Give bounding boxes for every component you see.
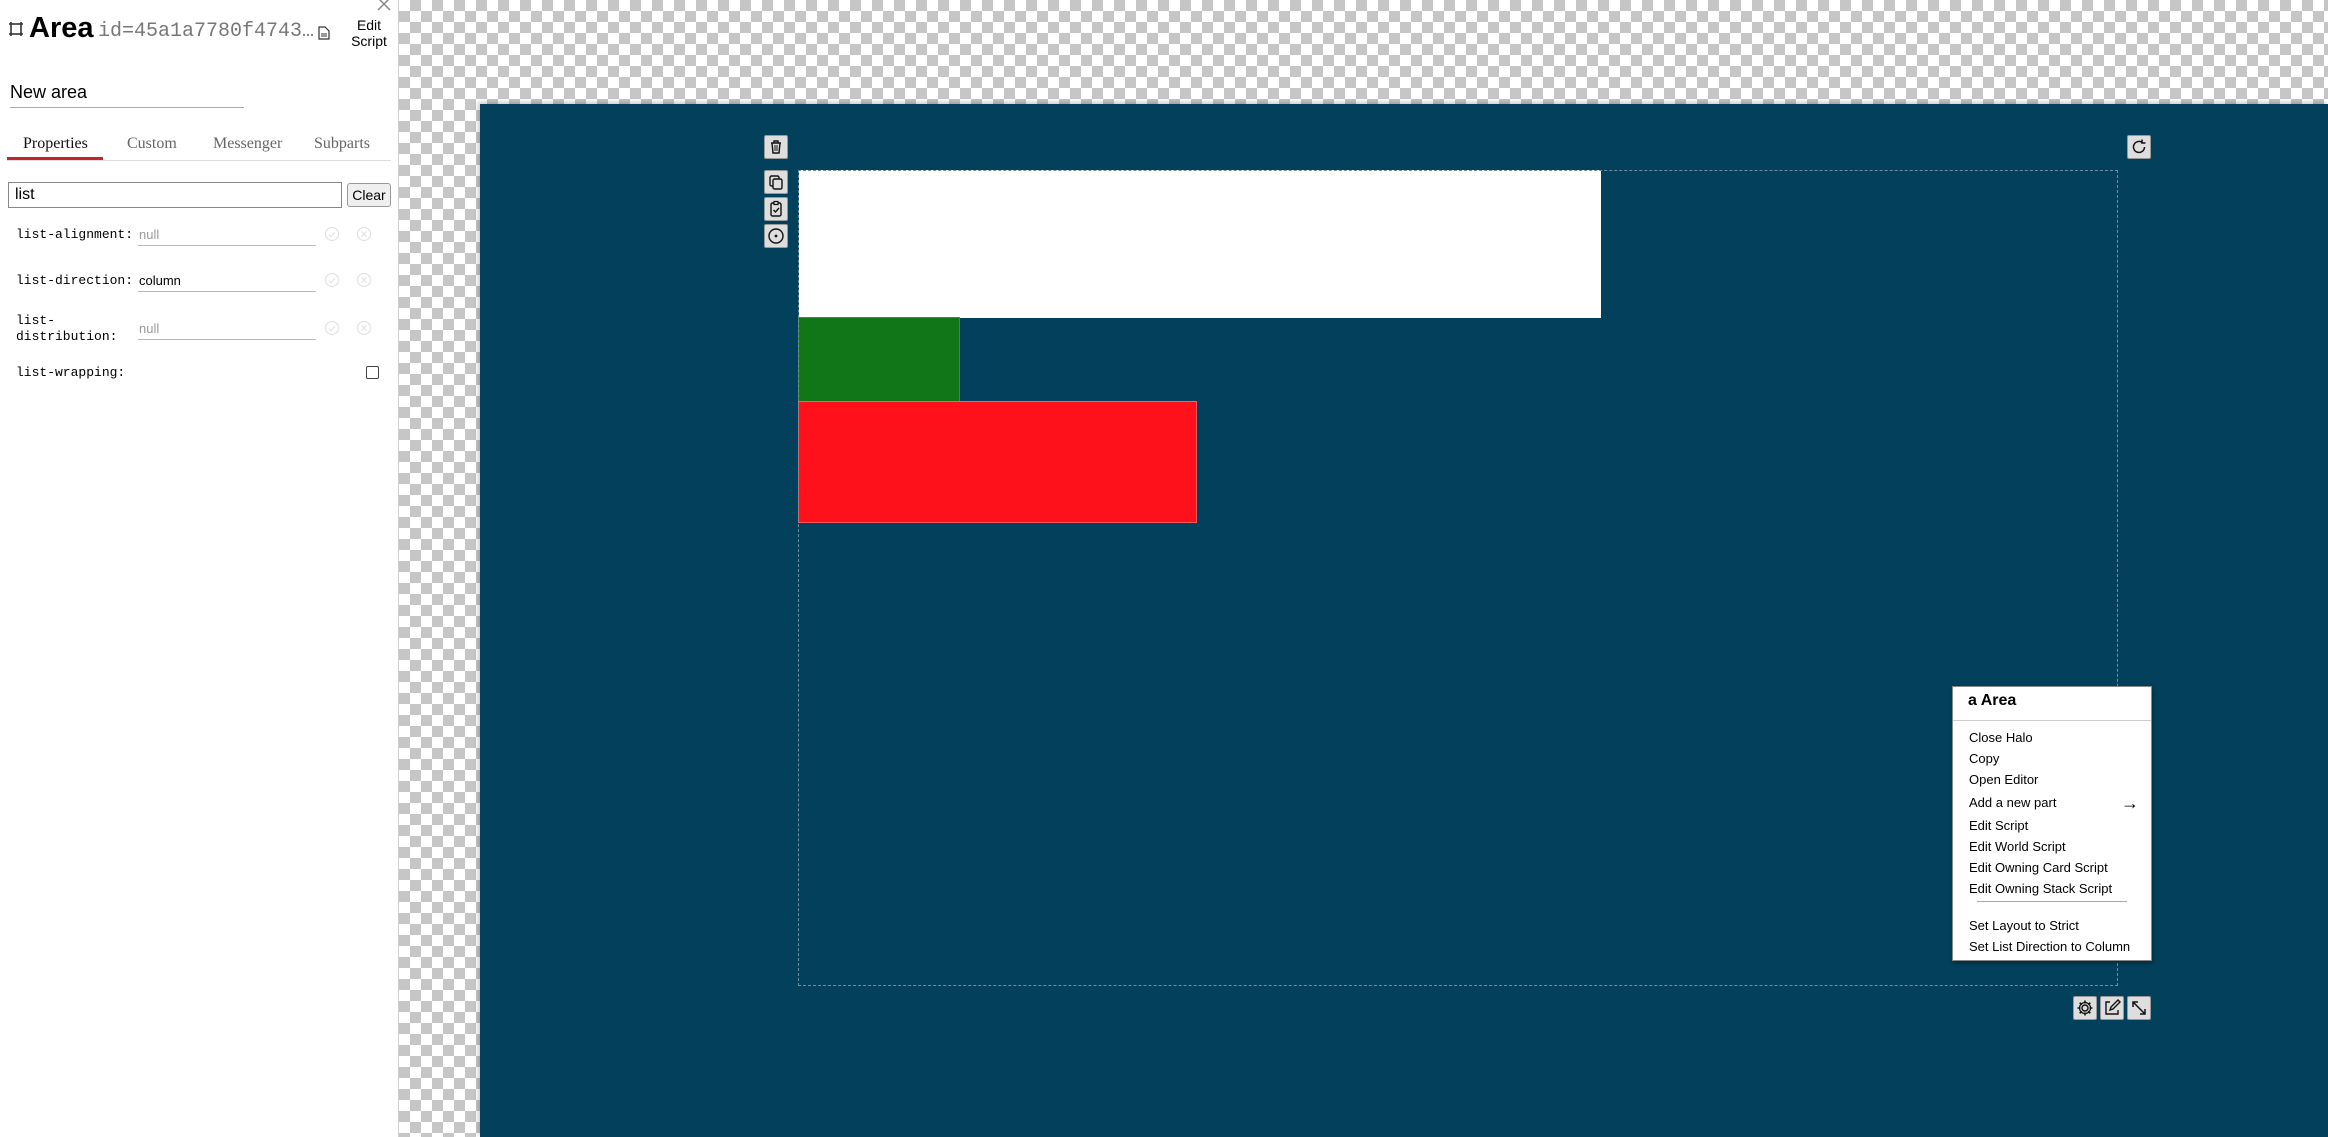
menu-item-close-halo[interactable]: Close Halo: [1969, 730, 2033, 747]
file-icon[interactable]: [318, 26, 330, 40]
paste-button[interactable]: [764, 197, 788, 221]
menu-title: a Area: [1968, 692, 2017, 709]
context-menu: a Area Close Halo Copy Open Editor Add a…: [1952, 686, 2152, 961]
resize-button[interactable]: [2127, 996, 2151, 1020]
property-value-input[interactable]: column: [138, 272, 316, 292]
reset-icon[interactable]: [324, 272, 340, 288]
clipboard-check-icon: [770, 200, 782, 217]
active-tab-indicator: [7, 157, 103, 160]
editor-title: Area: [29, 12, 94, 44]
menu-divider: [1977, 901, 2127, 902]
tab-properties[interactable]: Properties: [23, 135, 88, 153]
property-value-input[interactable]: null: [138, 320, 316, 340]
editor-header: Area id=45a1a7780f4743a7... Edit Script: [8, 10, 398, 50]
resize-icon: [2132, 1001, 2146, 1015]
property-label: list-distribution:: [16, 313, 118, 344]
reset-icon[interactable]: [324, 320, 340, 336]
property-search-input[interactable]: list: [8, 182, 342, 208]
delete-button[interactable]: [764, 135, 788, 159]
remove-icon[interactable]: [356, 272, 372, 288]
tab-messenger[interactable]: Messenger: [213, 135, 282, 153]
edit-button[interactable]: [2100, 996, 2124, 1020]
reset-icon[interactable]: [324, 226, 340, 242]
menu-item-open-editor[interactable]: Open Editor: [1969, 772, 2038, 789]
copy-icon: [769, 175, 783, 190]
gear-icon: [2077, 1000, 2093, 1016]
property-label: list-direction:: [16, 273, 134, 288]
property-label: list-alignment:: [16, 227, 134, 242]
part-id: id=45a1a7780f4743a7...: [98, 20, 320, 43]
trash-icon: [771, 140, 781, 154]
menu-item-set-list-direction-column[interactable]: Set List Direction to Column: [1969, 939, 2130, 956]
edit-icon: [2105, 999, 2121, 1015]
area-icon: [8, 21, 24, 37]
copy-button[interactable]: [764, 170, 788, 194]
menu-separator: [1953, 720, 2151, 721]
rotate-button[interactable]: [2127, 135, 2151, 159]
clear-button[interactable]: Clear: [347, 183, 391, 207]
menu-item-set-layout-strict[interactable]: Set Layout to Strict: [1969, 918, 2079, 935]
part-name-field[interactable]: New area: [10, 80, 244, 108]
remove-icon[interactable]: [356, 320, 372, 336]
editor-panel: Area id=45a1a7780f4743a7... Edit Script …: [0, 0, 399, 1137]
menu-item-copy[interactable]: Copy: [1969, 751, 1999, 768]
tab-custom[interactable]: Custom: [127, 135, 177, 153]
menu-item-edit-world-script[interactable]: Edit World Script: [1969, 839, 2066, 856]
property-label: list-wrapping:: [16, 365, 126, 380]
edit-script-button[interactable]: Edit Script: [346, 17, 392, 49]
editor-tabs: Properties Custom Messenger Subparts: [7, 132, 391, 161]
submenu-arrow-icon: →: [2121, 793, 2139, 813]
menu-item-add-new-part[interactable]: Add a new part: [1969, 795, 2056, 812]
rotate-icon: [2132, 139, 2146, 154]
tab-subparts[interactable]: Subparts: [314, 135, 370, 153]
menu-item-edit-script[interactable]: Edit Script: [1969, 818, 2028, 835]
menu-item-edit-owning-card-script[interactable]: Edit Owning Card Script: [1969, 860, 2108, 877]
menu-item-edit-owning-stack-script[interactable]: Edit Owning Stack Script: [1969, 881, 2112, 898]
target-icon: [768, 228, 784, 244]
target-button[interactable]: [764, 224, 788, 248]
list-wrapping-checkbox[interactable]: [366, 366, 379, 379]
halo-frame: [798, 170, 2118, 986]
property-value-input[interactable]: null: [138, 226, 316, 246]
remove-icon[interactable]: [356, 226, 372, 242]
settings-button[interactable]: [2073, 996, 2097, 1020]
